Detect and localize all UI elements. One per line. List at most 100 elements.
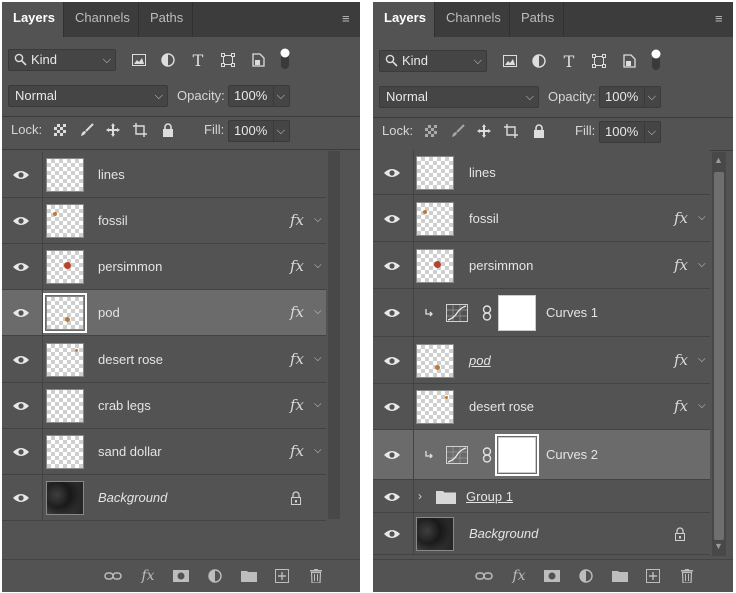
new-group-folder-icon[interactable] [240,568,258,584]
eye-visibility-icon[interactable] [12,446,32,460]
shape-filter-icon[interactable] [218,50,238,70]
smart-object-filter-icon[interactable] [619,51,639,71]
layer-effects-fx-icon[interactable]: fx [290,257,304,275]
eye-visibility-icon[interactable] [383,491,403,505]
layer-thumbnail[interactable] [416,155,454,190]
opacity-field[interactable]: 100% ⌵ [599,86,661,108]
layer-thumbnail[interactable] [43,293,87,333]
layer-thumbnail[interactable] [46,389,84,423]
type-filter-icon[interactable]: T [188,50,208,70]
shape-filter-icon[interactable] [589,51,609,71]
add-style-fx-icon[interactable]: fx [510,568,528,584]
layer-effects-fx-icon[interactable]: fx [290,350,304,368]
layer-row[interactable]: crab legs fx ⌵ [2,383,326,429]
eye-visibility-icon[interactable] [383,260,403,274]
new-layer-icon[interactable] [644,568,662,584]
layer-name[interactable]: Background [469,526,538,542]
eye-visibility-icon[interactable] [12,492,32,506]
pixel-filter-icon[interactable] [500,51,520,71]
layer-row[interactable]: persimmon fx ⌵ [2,244,326,290]
layer-name[interactable]: Curves 2 [546,447,598,463]
filter-toggle[interactable] [280,48,290,69]
panel-menu-icon[interactable]: ≡ [715,11,727,26]
layer-thumbnail[interactable] [416,390,454,424]
eye-visibility-icon[interactable] [383,355,403,369]
layer-row[interactable]: fossil fx ⌵ [2,198,326,244]
eye-visibility-icon[interactable] [12,169,32,183]
fill-field[interactable]: 100% ⌵ [228,120,290,142]
layer-effects-fx-icon[interactable]: fx [290,442,304,460]
tab-channels[interactable]: Channels [435,2,510,37]
scroll-down-icon[interactable]: ▼ [714,541,723,551]
layer-row[interactable]: fossil fx ⌵ [373,195,710,242]
mask-link-chain-icon[interactable] [482,305,492,321]
link-layers-icon[interactable] [104,568,122,584]
layer-row[interactable]: Background [2,475,326,521]
blend-mode-select[interactable]: Normal ⌵ [8,85,168,107]
layer-thumbnail[interactable] [46,435,84,469]
layer-effects-fx-icon[interactable]: fx [674,256,688,274]
layer-effects-fx-icon[interactable]: fx [674,351,688,369]
fill-field[interactable]: 100% ⌵ [599,121,661,143]
layer-thumbnail[interactable] [416,201,454,236]
delete-trash-icon[interactable] [678,568,696,584]
curves-adjustment-icon[interactable] [446,304,468,322]
layer-thumbnail[interactable] [416,517,454,551]
effects-expand-chevron-icon[interactable]: ⌵ [314,306,322,317]
layer-name[interactable]: desert rose [98,352,163,368]
layer-thumbnail[interactable] [416,343,454,378]
add-mask-icon[interactable] [172,568,190,584]
layer-row[interactable]: persimmon fx ⌵ [373,242,710,289]
layer-name[interactable]: pod [469,353,491,369]
opacity-field[interactable]: 100% ⌵ [228,85,290,107]
eye-visibility-icon[interactable] [383,213,403,227]
layer-row[interactable]: desert rose fx ⌵ [373,384,710,430]
effects-expand-chevron-icon[interactable]: ⌵ [314,260,322,271]
layer-mask-thumbnail[interactable] [498,295,536,331]
layer-row[interactable]: Background [373,513,710,555]
layer-name[interactable]: persimmon [98,259,162,275]
add-style-fx-icon[interactable]: fx [139,568,157,584]
tab-layers[interactable]: Layers [2,2,64,37]
layer-row[interactable]: lines [2,151,326,198]
effects-expand-chevron-icon[interactable]: ⌵ [698,354,706,365]
tab-channels[interactable]: Channels [64,2,139,37]
layer-row[interactable]: pod fx ⌵ [2,290,326,336]
lock-position-move-icon[interactable] [474,121,494,141]
layer-mask-thumbnail[interactable] [495,434,539,476]
new-group-folder-icon[interactable] [611,568,629,584]
layer-name[interactable]: desert rose [469,399,534,415]
layer-row[interactable]: › Group 1 [373,480,710,513]
delete-trash-icon[interactable] [307,568,325,584]
eye-visibility-icon[interactable] [12,400,32,414]
eye-visibility-icon[interactable] [383,167,403,181]
effects-expand-chevron-icon[interactable]: ⌵ [698,400,706,411]
layer-name[interactable]: lines [469,165,496,181]
eye-visibility-icon[interactable] [383,528,403,542]
filter-kind-select[interactable]: Kind ⌵ [379,50,487,72]
blend-mode-select[interactable]: Normal ⌵ [379,86,539,108]
mask-link-chain-icon[interactable] [482,447,492,463]
lock-all-icon[interactable] [158,120,178,140]
layer-name[interactable]: fossil [469,211,499,227]
new-adjustment-layer-icon[interactable] [206,568,224,584]
chevron-right-icon[interactable]: › [418,489,422,503]
eye-visibility-icon[interactable] [383,401,403,415]
layer-effects-fx-icon[interactable]: fx [290,396,304,414]
layer-name[interactable]: fossil [98,213,128,229]
scrollbar-thumb[interactable] [714,172,724,540]
layer-row[interactable]: pod fx ⌵ [373,337,710,384]
tab-paths[interactable]: Paths [510,2,564,37]
eye-visibility-icon[interactable] [12,307,32,321]
layer-name[interactable]: sand dollar [98,444,162,460]
eye-visibility-icon[interactable] [12,354,32,368]
eye-visibility-icon[interactable] [383,307,403,321]
add-mask-icon[interactable] [543,568,561,584]
filter-toggle[interactable] [651,49,661,70]
adjustment-filter-icon[interactable] [158,50,178,70]
layer-name[interactable]: Group 1 [466,489,513,505]
new-adjustment-layer-icon[interactable] [577,568,595,584]
layer-row[interactable]: sand dollar fx ⌵ [2,429,326,475]
lock-transparent-icon[interactable] [421,121,441,141]
eye-visibility-icon[interactable] [12,261,32,275]
